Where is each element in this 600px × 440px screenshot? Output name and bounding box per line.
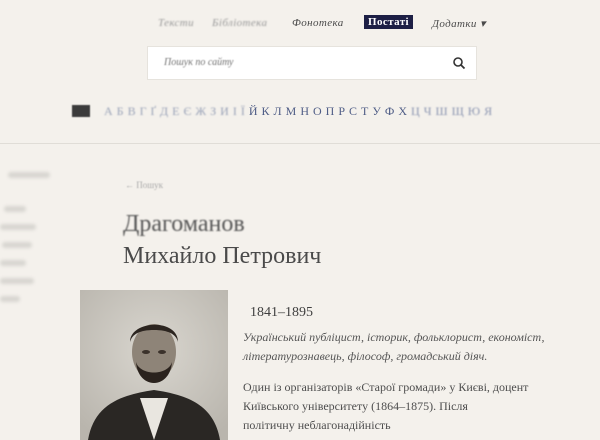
alphabet-letter[interactable]: Ї (241, 104, 245, 119)
alphabet-letter[interactable]: П (326, 104, 335, 119)
alphabet-letter[interactable]: Б (117, 104, 124, 119)
alphabet-letter[interactable]: Г (140, 104, 147, 119)
alphabet-letter[interactable]: Л (274, 104, 282, 119)
biography-text: Один із організаторів «Старої громади» у… (243, 378, 600, 435)
nav-item-dodatky-label: Додатки (432, 18, 477, 30)
breadcrumb-link[interactable]: Пошук (136, 180, 163, 190)
bio-line: Київського університету (1864–1875). Піс… (243, 399, 468, 413)
alphabet-letter[interactable]: Ф (385, 104, 394, 119)
bio-line: Один із організаторів «Старої громади» у… (243, 380, 529, 394)
alphabet-letter[interactable]: Н (300, 104, 309, 119)
search-input[interactable] (162, 56, 446, 69)
nav-item-postati[interactable]: Постаті (364, 15, 413, 29)
sidebar-item-blurred[interactable] (0, 260, 26, 266)
sidebar-item-blurred[interactable] (8, 172, 50, 178)
alphabet-letter[interactable]: І (233, 104, 237, 119)
alphabet-letter[interactable]: Т (361, 104, 368, 119)
alphabet-letter[interactable]: Ш (436, 104, 448, 119)
life-years: 1841–1895 (250, 305, 313, 320)
alphabet-letter[interactable]: Ґ (151, 104, 156, 119)
alphabet-letter[interactable]: С (349, 104, 357, 119)
bio-line: політичну неблагонадійність (243, 418, 391, 432)
top-navigation: Тексти Бібліотека Фонотека Постаті Додат… (150, 14, 510, 36)
page-title: Драгоманов Михайло Петрович (123, 208, 321, 272)
sidebar-item-blurred[interactable] (0, 296, 20, 302)
sidebar-item-blurred[interactable] (0, 278, 34, 284)
breadcrumb: ← Пошук (125, 180, 163, 190)
portrait-image (80, 290, 228, 440)
nav-item-library[interactable]: Бібліотека (212, 17, 267, 29)
alphabet-letter[interactable]: Д (160, 104, 168, 119)
alphabet-letter[interactable]: А (104, 104, 113, 119)
alphabet-letters: АБВГҐДЕЄЖЗИІЇЙКЛМНОПРСТУФХЦЧШЩЮЯ (104, 104, 496, 119)
alphabet-index: АБВГҐДЕЄЖЗИІЇЙКЛМНОПРСТУФХЦЧШЩЮЯ (72, 104, 572, 124)
sidebar-item-blurred[interactable] (4, 206, 26, 212)
person-name: Михайло Петрович (123, 243, 322, 269)
alphabet-letter[interactable]: Ц (411, 104, 420, 119)
nav-item-phonoteka[interactable]: Фонотека (292, 17, 344, 29)
alphabet-letter[interactable]: К (262, 104, 270, 119)
alphabet-letter[interactable]: Є (183, 104, 191, 119)
alphabet-letter[interactable]: Е (172, 104, 179, 119)
alphabet-letter[interactable]: Ч (424, 104, 432, 119)
search-bar (147, 46, 477, 80)
alphabet-letter[interactable]: О (313, 104, 322, 119)
alphabet-letter[interactable]: З (210, 104, 216, 119)
divider (0, 143, 600, 144)
portrait-photo (80, 290, 228, 440)
alphabet-letter[interactable]: Х (398, 104, 407, 119)
nav-item-texts[interactable]: Тексти (158, 17, 194, 29)
sidebar-item-blurred[interactable] (0, 224, 36, 230)
description-line: Український публіцист, історик, фольклор… (243, 330, 545, 344)
alphabet-letter[interactable]: Я (484, 104, 492, 119)
alphabet-letter[interactable]: Ж (195, 104, 206, 119)
alphabet-letter[interactable]: И (220, 104, 229, 119)
search-icon[interactable] (452, 56, 466, 70)
nav-item-dodatky[interactable]: Додатки ▾ (432, 17, 486, 30)
alphabet-letter[interactable]: Ю (468, 104, 480, 119)
alphabet-letter[interactable]: У (372, 104, 381, 119)
alphabet-letter[interactable]: М (286, 104, 297, 119)
alphabet-letter[interactable]: В (128, 104, 136, 119)
chevron-down-icon: ▾ (479, 18, 486, 30)
alphabet-letter[interactable]: Й (249, 104, 258, 119)
description-line: літературознавець, філософ, громадський … (243, 349, 488, 363)
sidebar-menu (0, 160, 60, 440)
alphabet-letter[interactable]: Р (338, 104, 345, 119)
sidebar-item-blurred[interactable] (2, 242, 32, 248)
book-icon[interactable] (72, 105, 90, 117)
arrow-left-icon: ← (125, 180, 134, 190)
alphabet-letter[interactable]: Щ (452, 104, 464, 119)
person-surname: Драгоманов (123, 211, 245, 237)
person-description: Український публіцист, історик, фольклор… (243, 328, 600, 366)
